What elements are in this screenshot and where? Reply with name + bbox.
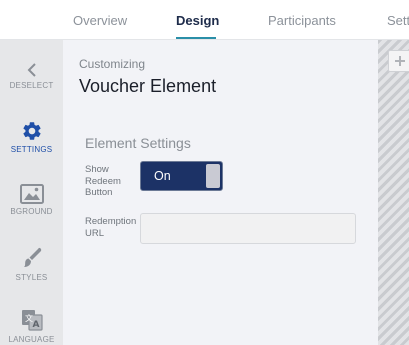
top-tab-bar: Overview Design Participants Sett <box>0 0 409 40</box>
chevron-left-icon <box>27 63 36 77</box>
sidebar-item-deselect[interactable]: DESELECT <box>0 62 63 90</box>
redemption-url-label: Redemption URL <box>85 216 136 239</box>
label-line: Redeem <box>85 175 121 187</box>
image-icon <box>19 184 44 204</box>
sidebar-item-settings[interactable]: SETTINGS <box>0 120 63 154</box>
tab-overview[interactable]: Overview <box>73 13 127 28</box>
tab-participants[interactable]: Participants <box>268 13 336 28</box>
label-line: Button <box>85 187 113 198</box>
sidebar-item-label: SETTINGS <box>10 145 53 154</box>
add-element-button[interactable] <box>388 50 409 72</box>
panel-kicker: Customizing <box>79 57 146 71</box>
translate-icon: 文 A <box>21 310 43 331</box>
sidebar-item-language[interactable]: 文 A LANGUAGE <box>0 308 63 344</box>
sidebar: DESELECT SETTINGS BGROUND STYLES 文 A LAN… <box>0 40 63 345</box>
section-title: Element Settings <box>85 135 191 151</box>
sidebar-item-background[interactable]: BGROUND <box>0 184 63 216</box>
tab-settings[interactable]: Sett <box>387 13 409 28</box>
active-tab-indicator <box>176 37 216 39</box>
settings-panel: Customizing Voucher Element Element Sett… <box>63 40 378 345</box>
page-title: Voucher Element <box>79 76 217 96</box>
sidebar-item-label: DESELECT <box>9 81 54 90</box>
tab-design[interactable]: Design <box>176 13 219 28</box>
sidebar-item-label: STYLES <box>15 273 48 282</box>
svg-text:A: A <box>32 320 39 330</box>
show-redeem-label: Show Redeem Button <box>85 164 121 199</box>
label-line: Show <box>85 164 109 175</box>
show-redeem-toggle[interactable]: On <box>140 161 223 191</box>
redemption-url-input[interactable] <box>140 213 356 244</box>
plus-icon <box>395 56 405 66</box>
label-line: Redemption <box>85 216 137 227</box>
sidebar-item-styles[interactable]: STYLES <box>0 246 63 282</box>
toggle-knob <box>206 164 220 188</box>
brush-icon <box>23 247 41 267</box>
sidebar-item-label: LANGUAGE <box>8 335 55 344</box>
toggle-state-label: On <box>154 169 171 183</box>
gear-icon <box>22 122 41 140</box>
label-line: URL <box>85 227 105 239</box>
canvas-area <box>378 40 409 345</box>
sidebar-item-label: BGROUND <box>10 207 53 216</box>
